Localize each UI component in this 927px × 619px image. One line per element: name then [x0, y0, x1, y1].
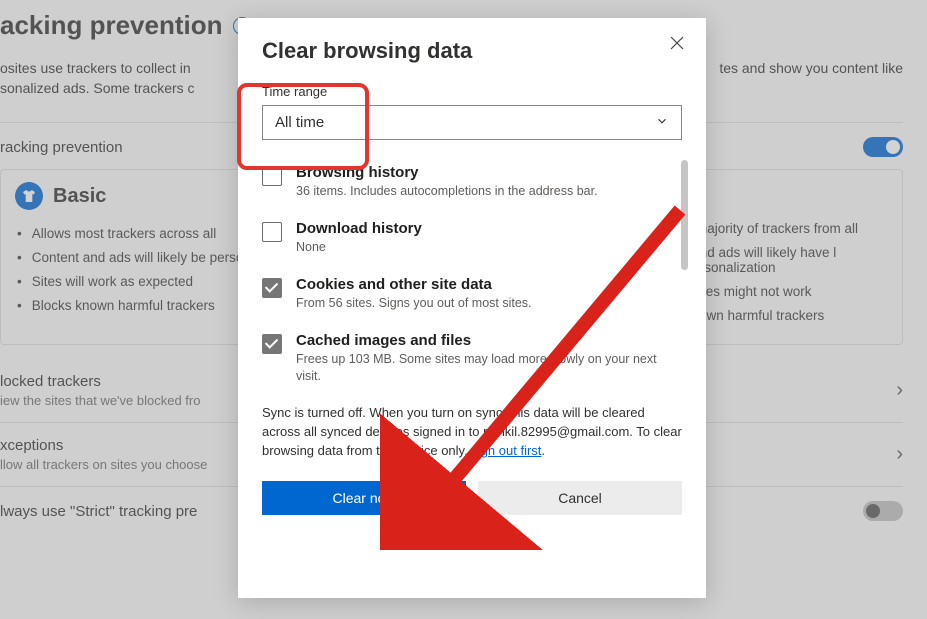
checkbox-download-history[interactable]	[262, 222, 282, 242]
checkbox-cookies[interactable]	[262, 278, 282, 298]
blocked-trackers-label: locked trackers	[0, 373, 200, 390]
cancel-button[interactable]: Cancel	[478, 481, 682, 515]
item-title: Cached images and files	[296, 332, 682, 349]
exceptions-sub: llow all trackers on sites you choose	[0, 457, 207, 472]
close-icon	[668, 34, 686, 52]
item-title: Browsing history	[296, 164, 682, 181]
close-button[interactable]	[668, 34, 686, 57]
item-title: Download history	[296, 220, 682, 237]
time-range-label: Time range	[262, 84, 682, 99]
chevron-down-icon	[655, 114, 669, 131]
sign-out-link[interactable]: sign out first	[471, 443, 541, 458]
checkbox-browsing-history[interactable]	[262, 166, 282, 186]
blocked-trackers-sub: iew the sites that we've blocked fro	[0, 393, 200, 408]
tracking-prevention-label: racking prevention	[0, 139, 123, 156]
item-sub: None	[296, 239, 682, 256]
checkbox-cached[interactable]	[262, 334, 282, 354]
item-sub: Frees up 103 MB. Some sites may load mor…	[296, 351, 682, 385]
sync-note: Sync is turned off. When you turn on syn…	[262, 404, 682, 461]
card-basic-title: Basic	[53, 185, 106, 208]
tracking-prevention-toggle[interactable]	[863, 137, 903, 157]
always-strict-label: lways use "Strict" tracking pre	[0, 503, 197, 520]
chevron-right-icon: ›	[896, 443, 903, 466]
item-cookies[interactable]: Cookies and other site data From 56 site…	[262, 276, 682, 312]
chevron-right-icon: ›	[896, 379, 903, 402]
page-title-text: acking prevention	[0, 10, 223, 41]
shirt-icon	[15, 182, 43, 210]
dialog-title: Clear browsing data	[262, 38, 682, 64]
clear-browsing-data-dialog: Clear browsing data Time range All time …	[238, 18, 706, 598]
item-title: Cookies and other site data	[296, 276, 682, 293]
data-types-list: Browsing history 36 items. Includes auto…	[262, 164, 682, 384]
item-download-history[interactable]: Download history None	[262, 220, 682, 256]
scrollbar[interactable]	[681, 160, 688, 270]
clear-now-button[interactable]: Clear now	[262, 481, 466, 515]
item-cached[interactable]: Cached images and files Frees up 103 MB.…	[262, 332, 682, 385]
item-sub: 36 items. Includes autocompletions in th…	[296, 183, 682, 200]
item-browsing-history[interactable]: Browsing history 36 items. Includes auto…	[262, 164, 682, 200]
time-range-value: All time	[275, 114, 324, 131]
time-range-dropdown[interactable]: All time	[262, 105, 682, 140]
exceptions-label: xceptions	[0, 437, 207, 454]
item-sub: From 56 sites. Signs you out of most sit…	[296, 295, 682, 312]
always-strict-toggle[interactable]	[863, 501, 903, 521]
